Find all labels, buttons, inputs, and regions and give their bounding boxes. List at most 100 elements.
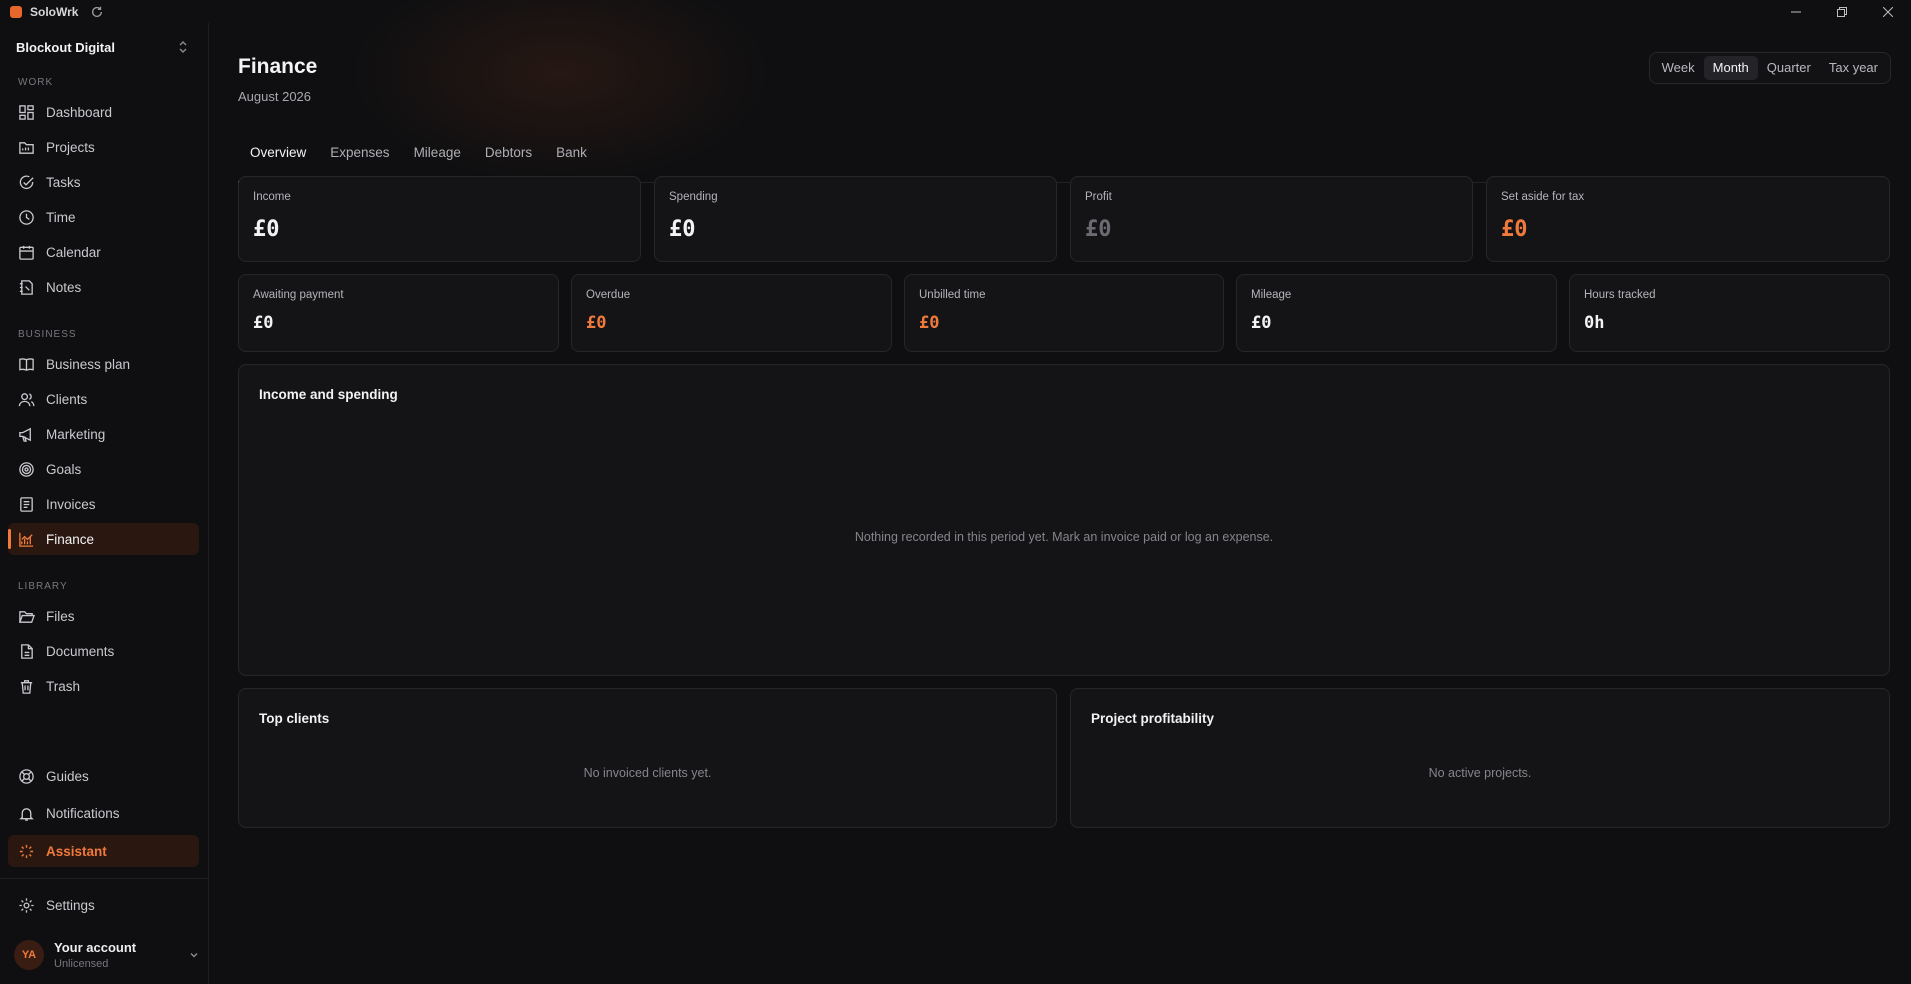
- chevron-down-icon: [190, 953, 198, 958]
- invoice-icon: [20, 496, 33, 512]
- stat-label: Unbilled time: [919, 289, 986, 301]
- calendar-icon: [19, 245, 34, 260]
- sidebar-item-label: Finance: [46, 531, 95, 547]
- chart-icon: [19, 532, 34, 547]
- bell-icon: [19, 807, 34, 821]
- sidebar-item-label: Assistant: [46, 843, 107, 859]
- stat-label: Set aside for tax: [1501, 191, 1585, 203]
- sidebar-item-label: Settings: [46, 897, 95, 913]
- stat-card-profit: Profit £0: [1070, 176, 1473, 262]
- sidebar-item-label: Calendar: [46, 244, 101, 260]
- sidebar-item-projects[interactable]: Projects: [8, 131, 199, 163]
- restore-icon: [1837, 6, 1847, 17]
- stat-value: £0: [1085, 217, 1112, 242]
- sidebar-item-label: Clients: [46, 391, 88, 407]
- document-icon: [21, 643, 33, 659]
- avatar: YA: [14, 940, 44, 970]
- stat-label: Income: [253, 191, 291, 203]
- sidebar-item-clients[interactable]: Clients: [8, 383, 199, 415]
- sidebar-item-label: Notifications: [46, 805, 120, 821]
- sidebar-item-label: Tasks: [46, 174, 81, 190]
- period-tax-year-button[interactable]: Tax year: [1820, 56, 1887, 80]
- sidebar-item-label: Invoices: [46, 496, 96, 512]
- folder-icon: [19, 141, 34, 154]
- sidebar: Blockout Digital WORK Dashboard Projects…: [0, 23, 209, 984]
- sidebar-item-tasks[interactable]: Tasks: [8, 166, 199, 198]
- stat-label: Mileage: [1251, 289, 1292, 301]
- sidebar-item-label: Notes: [46, 279, 82, 295]
- sidebar-item-label: Marketing: [46, 426, 106, 442]
- book-icon: [19, 357, 34, 371]
- sparkle-icon: [19, 844, 34, 858]
- sidebar-item-label: Time: [46, 209, 76, 225]
- stat-label: Awaiting payment: [253, 289, 344, 301]
- stat-card-tax: Set aside for tax £0: [1486, 176, 1890, 262]
- project-profitability-panel: Project profitability No active projects…: [1070, 688, 1890, 828]
- folder-open-icon: [18, 610, 35, 623]
- section-label-work: WORK: [18, 77, 54, 88]
- empty-state-message: No invoiced clients yet.: [583, 766, 712, 780]
- sidebar-item-business-plan[interactable]: Business plan: [8, 348, 199, 380]
- workspace-switcher[interactable]: Blockout Digital: [0, 35, 209, 59]
- sidebar-item-marketing[interactable]: Marketing: [8, 418, 199, 450]
- panel-title: Top clients: [259, 711, 330, 726]
- sidebar-item-label: Dashboard: [46, 104, 113, 120]
- sidebar-item-documents[interactable]: Documents: [8, 635, 199, 667]
- period-month-button[interactable]: Month: [1703, 56, 1758, 80]
- panel-title: Income and spending: [259, 387, 398, 402]
- sidebar-item-files[interactable]: Files: [8, 600, 199, 632]
- sidebar-item-trash[interactable]: Trash: [8, 670, 199, 702]
- period-quarter-button[interactable]: Quarter: [1758, 56, 1820, 80]
- title-bar: SoloWrk: [0, 0, 1911, 23]
- sidebar-item-settings[interactable]: Settings: [8, 889, 199, 921]
- panel-title: Project profitability: [1091, 711, 1215, 726]
- notebook-icon: [19, 279, 33, 295]
- clock-icon: [19, 209, 34, 225]
- sidebar-item-goals[interactable]: Goals: [8, 453, 199, 485]
- stat-card-hours-tracked: Hours tracked 0h: [1569, 274, 1890, 352]
- stat-card-mileage: Mileage £0: [1236, 274, 1557, 352]
- page-subtitle: August 2026: [238, 89, 312, 104]
- stat-card-income: Income £0: [238, 176, 641, 262]
- app-name: SoloWrk: [30, 4, 79, 19]
- sidebar-item-finance[interactable]: Finance: [8, 523, 199, 555]
- sidebar-item-invoices[interactable]: Invoices: [8, 488, 199, 520]
- sidebar-item-label: Trash: [46, 678, 81, 694]
- restore-button[interactable]: [1819, 0, 1865, 23]
- sidebar-item-time[interactable]: Time: [8, 201, 199, 233]
- sidebar-item-calendar[interactable]: Calendar: [8, 236, 199, 268]
- stat-card-awaiting-payment: Awaiting payment £0: [238, 274, 559, 352]
- users-icon: [18, 392, 35, 406]
- empty-state-message: Nothing recorded in this period yet. Mar…: [854, 530, 1274, 544]
- stat-label: Spending: [669, 191, 718, 203]
- stat-card-unbilled-time: Unbilled time £0: [904, 274, 1224, 352]
- period-week-button[interactable]: Week: [1653, 56, 1704, 80]
- sidebar-item-guides[interactable]: Guides: [8, 760, 199, 792]
- trash-icon: [20, 679, 33, 694]
- account-status: Unlicensed: [54, 958, 109, 970]
- stat-card-spending: Spending £0: [654, 176, 1057, 262]
- sidebar-item-notifications[interactable]: Notifications: [8, 797, 199, 829]
- minimize-icon: [1791, 11, 1801, 12]
- sidebar-item-dashboard[interactable]: Dashboard: [8, 96, 199, 128]
- empty-state-message: No active projects.: [1428, 766, 1532, 780]
- close-window-button[interactable]: [1865, 0, 1911, 23]
- app-logo-icon: [10, 5, 22, 18]
- sidebar-item-label: Projects: [46, 139, 95, 155]
- sidebar-item-notes[interactable]: Notes: [8, 271, 199, 303]
- sidebar-item-label: Business plan: [46, 356, 131, 372]
- stat-value: £0: [669, 217, 696, 242]
- chevron-up-down-icon: [179, 41, 187, 53]
- stat-value: £0: [253, 217, 280, 242]
- account-menu[interactable]: YA Your account Unlicensed: [14, 935, 200, 975]
- stat-value: £0: [253, 313, 274, 333]
- sidebar-item-assistant[interactable]: Assistant: [8, 835, 199, 867]
- sidebar-divider: [0, 878, 209, 879]
- minimize-button[interactable]: [1773, 0, 1819, 23]
- stat-label: Overdue: [586, 289, 631, 301]
- stat-value: £0: [1501, 217, 1528, 242]
- reload-icon[interactable]: [90, 5, 104, 19]
- section-label-library: LIBRARY: [18, 581, 68, 592]
- income-spending-panel: Income and spending Nothing recorded in …: [238, 364, 1890, 676]
- workspace-name: Blockout Digital: [16, 39, 115, 55]
